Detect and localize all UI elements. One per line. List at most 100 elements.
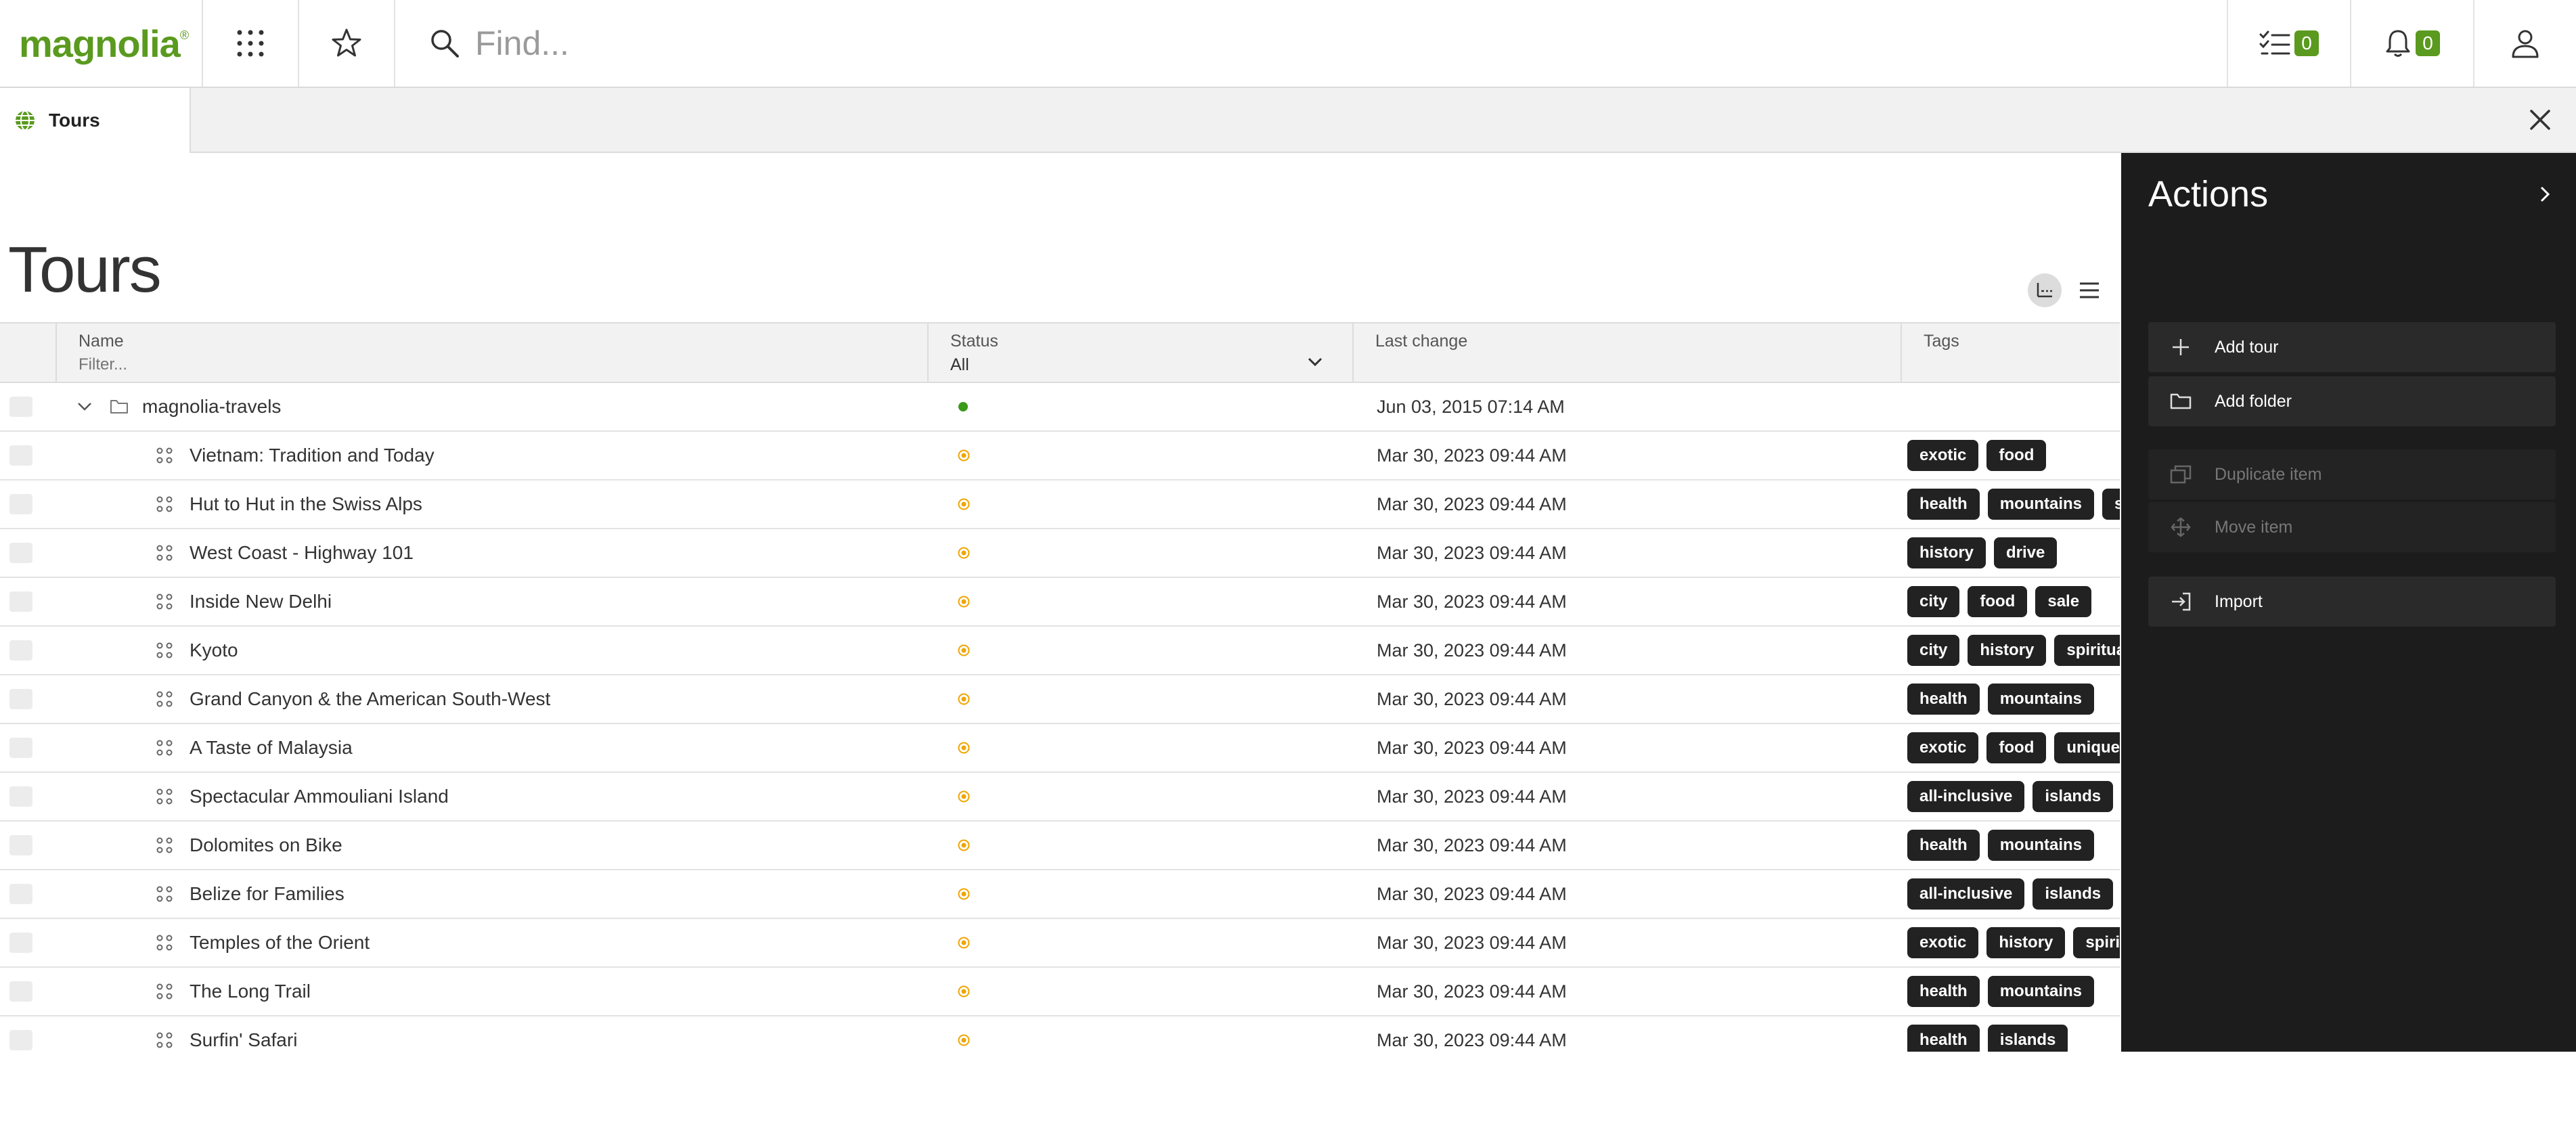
close-app-button[interactable] (2527, 107, 2553, 136)
tag-chip[interactable]: food (1968, 586, 2028, 617)
table-row[interactable]: Temples of the Orient Mar 30, 2023 09:44 … (0, 919, 2120, 968)
tag-chip[interactable]: food (1986, 440, 2047, 471)
name-filter-input[interactable] (79, 355, 843, 374)
row-checkbox[interactable] (9, 981, 32, 1002)
tag-chip[interactable]: health (1907, 830, 1980, 861)
row-name[interactable]: Hut to Hut in the Swiss Alps (190, 493, 422, 515)
add-folder-action[interactable]: Add folder (2148, 376, 2556, 426)
row-name[interactable]: Inside New Delhi (190, 591, 332, 612)
tag-chip[interactable]: spiritu (2073, 927, 2120, 958)
tag-chip[interactable]: islands (2033, 878, 2114, 910)
tag-chip[interactable]: islands (1987, 1025, 2068, 1052)
row-name[interactable]: magnolia-travels (142, 396, 281, 418)
row-checkbox[interactable] (9, 884, 32, 904)
row-checkbox[interactable] (9, 591, 32, 612)
column-status[interactable]: Status All (929, 323, 1354, 382)
tag-chip[interactable]: mountains (1987, 684, 2095, 715)
tag-chip[interactable]: drive (1994, 537, 2058, 568)
row-checkbox[interactable] (9, 397, 32, 417)
favorites-button[interactable] (299, 0, 395, 87)
collapse-actions-button[interactable] (2539, 185, 2550, 206)
column-name[interactable]: Name (57, 323, 929, 382)
table-row[interactable]: Hut to Hut in the Swiss Alps Mar 30, 2023… (0, 480, 2120, 529)
tag-chip[interactable]: sale (2035, 586, 2092, 617)
tag-chip[interactable]: mountains (1987, 830, 2095, 861)
tag-chip[interactable]: history (1986, 927, 2066, 958)
status-filter-select[interactable]: All (950, 355, 1352, 375)
row-name[interactable]: Kyoto (190, 640, 238, 661)
row-name[interactable]: A Taste of Malaysia (190, 737, 353, 759)
tag-chip[interactable]: history (1907, 537, 1986, 568)
tab-tours[interactable]: Tours (0, 88, 191, 153)
tag-chip[interactable]: s (2102, 489, 2120, 520)
search-input[interactable] (474, 23, 1424, 64)
tag-chip[interactable]: health (1907, 1025, 1980, 1052)
column-last-change[interactable]: Last change (1354, 323, 1902, 382)
table-row[interactable]: Grand Canyon & the American South-West Ma… (0, 675, 2120, 724)
table-row[interactable]: West Coast - Highway 101 Mar 30, 2023 09:… (0, 529, 2120, 578)
row-name[interactable]: The Long Trail (190, 981, 311, 1002)
import-action[interactable]: Import (2148, 577, 2556, 627)
tag-chip[interactable]: health (1907, 684, 1980, 715)
magnolia-logo[interactable]: magnolia ® (0, 0, 203, 87)
row-name[interactable]: Dolomites on Bike (190, 834, 342, 856)
row-checkbox[interactable] (9, 835, 32, 855)
table-row[interactable]: Dolomites on Bike Mar 30, 2023 09:44 AM he… (0, 822, 2120, 870)
tour-item-icon (156, 593, 173, 610)
add-tour-action[interactable]: Add tour (2148, 322, 2556, 372)
tag-chip[interactable]: history (1968, 635, 2047, 666)
row-checkbox[interactable] (9, 738, 32, 758)
row-name[interactable]: Spectacular Ammouliani Island (190, 786, 449, 807)
move-item-action[interactable]: Move item (2148, 502, 2556, 552)
tag-chip[interactable]: food (1986, 732, 2047, 763)
user-menu-button[interactable] (2473, 0, 2576, 87)
tag-chip[interactable]: all-inclusive (1907, 781, 2025, 812)
list-view-button[interactable] (2072, 273, 2106, 307)
tag-chip[interactable]: exotic (1907, 440, 1979, 471)
app-launcher-button[interactable] (203, 0, 299, 87)
table-row[interactable]: Inside New Delhi Mar 30, 2023 09:44 AM cit… (0, 578, 2120, 627)
row-checkbox[interactable] (9, 786, 32, 807)
tag-chip[interactable]: health (1907, 976, 1980, 1007)
tag-chip[interactable]: mountains (1987, 489, 2095, 520)
table-row[interactable]: Spectacular Ammouliani Island Mar 30, 202… (0, 773, 2120, 822)
chevron-down-icon[interactable] (1308, 357, 1323, 367)
row-name[interactable]: Temples of the Orient (190, 932, 370, 954)
row-name[interactable]: Grand Canyon & the American South-West (190, 688, 550, 710)
row-checkbox[interactable] (9, 640, 32, 661)
tag-chip[interactable]: spiritual (2054, 635, 2120, 666)
row-name[interactable]: Surfin' Safari (190, 1029, 297, 1051)
row-checkbox[interactable] (9, 543, 32, 563)
duplicate-item-action[interactable]: Duplicate item (2148, 449, 2556, 499)
tag-chip[interactable]: city (1907, 635, 1960, 666)
row-checkbox[interactable] (9, 494, 32, 514)
tree-view-button[interactable] (2028, 273, 2062, 307)
tag-chip[interactable]: exotic (1907, 927, 1979, 958)
tag-chip[interactable]: islands (2033, 781, 2114, 812)
row-checkbox[interactable] (9, 1030, 32, 1050)
tag-chip[interactable]: city (1907, 586, 1960, 617)
row-name[interactable]: Vietnam: Tradition and Today (190, 445, 435, 466)
row-name[interactable]: Belize for Families (190, 883, 345, 905)
row-name[interactable]: West Coast - Highway 101 (190, 542, 414, 564)
tag-chip[interactable]: mountains (1987, 976, 2095, 1007)
row-checkbox[interactable] (9, 933, 32, 953)
row-last-change: Mar 30, 2023 09:44 AM (1377, 640, 1567, 661)
tasks-button[interactable]: 0 (2227, 0, 2350, 87)
table-row[interactable]: Kyoto Mar 30, 2023 09:44 AM city history spi… (0, 627, 2120, 675)
table-row[interactable]: Vietnam: Tradition and Today Mar 30, 2023… (0, 432, 2120, 480)
tag-chip[interactable]: exotic (1907, 732, 1979, 763)
table-row[interactable]: The Long Trail Mar 30, 2023 09:44 AM healt… (0, 968, 2120, 1016)
expand-chevron-icon[interactable] (77, 402, 92, 411)
row-checkbox[interactable] (9, 689, 32, 709)
table-row[interactable]: A Taste of Malaysia Mar 30, 2023 09:44 AM… (0, 724, 2120, 773)
row-checkbox[interactable] (9, 445, 32, 466)
table-row[interactable]: magnolia-travels Jun 03, 2015 07:14 AM (0, 383, 2120, 432)
notifications-button[interactable]: 0 (2350, 0, 2473, 87)
tag-chip[interactable]: all-inclusive (1907, 878, 2025, 910)
tag-chip[interactable]: unique (2054, 732, 2120, 763)
table-row[interactable]: Surfin' Safari Mar 30, 2023 09:44 AM healt… (0, 1016, 2120, 1052)
table-row[interactable]: Belize for Families Mar 30, 2023 09:44 AM… (0, 870, 2120, 919)
column-tags[interactable]: Tags (1902, 323, 2120, 382)
tag-chip[interactable]: health (1907, 489, 1980, 520)
